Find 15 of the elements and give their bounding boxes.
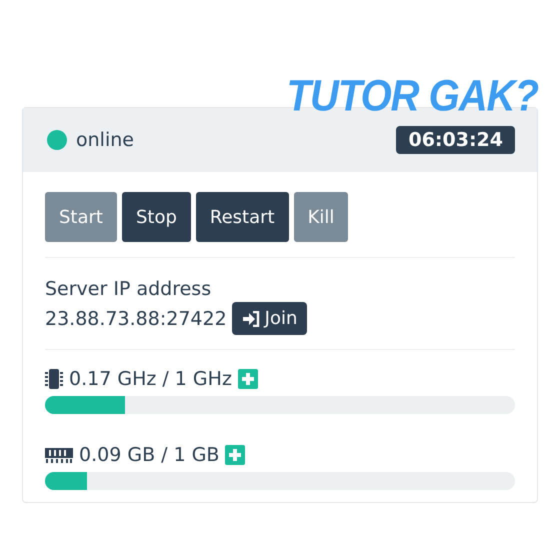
power-button[interactable]: Stop [122, 192, 191, 242]
server-ip-label: Server IP address [45, 278, 212, 300]
server-ip-address: 23.88.73.88:27422 [45, 308, 227, 330]
uptime-badge: 06:03:24 [396, 126, 515, 154]
resource-reading: 0.09 GB / 1 GB [79, 444, 220, 466]
plus-icon[interactable] [238, 369, 258, 389]
plus-icon[interactable] [225, 445, 246, 465]
sign-in-icon [242, 310, 260, 326]
memory-icon [45, 446, 73, 464]
join-button[interactable]: Join [232, 302, 308, 335]
power-button[interactable]: Restart [196, 192, 289, 242]
status-label: online [76, 129, 134, 151]
resource-reading: 0.17 GHz / 1 GHz [69, 368, 232, 390]
caption-text: TUTOR GAK? [286, 74, 538, 109]
chip-icon [45, 368, 63, 390]
